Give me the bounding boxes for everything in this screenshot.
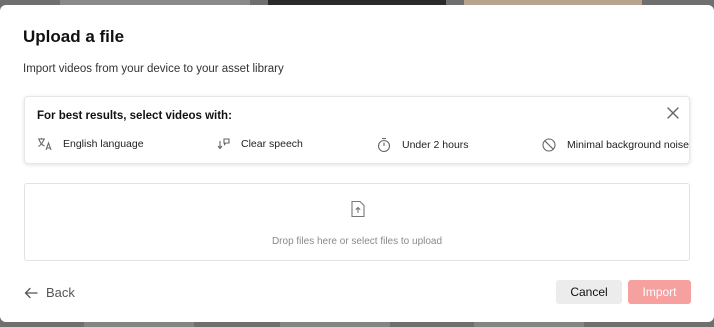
dropzone-text: Drop files here or select files to uploa… bbox=[271, 236, 443, 247]
best-results-panel: For best results, select videos with: En… bbox=[24, 96, 690, 164]
tip-under-2-hours: Under 2 hours bbox=[376, 137, 469, 153]
back-label: Back bbox=[46, 285, 75, 300]
tip-english-language: English language bbox=[37, 137, 144, 151]
tip-label: Under 2 hours bbox=[402, 139, 469, 151]
dialog-title: Upload a file bbox=[23, 27, 125, 46]
tip-label: Minimal background noise bbox=[567, 139, 689, 151]
file-upload-icon bbox=[350, 200, 366, 223]
speech-icon bbox=[217, 138, 230, 150]
tip-label: English language bbox=[63, 138, 144, 150]
cancel-button[interactable]: Cancel bbox=[556, 280, 622, 304]
dialog-subtitle: Import videos from your device to your a… bbox=[23, 63, 284, 75]
tip-minimal-background-noise: Minimal background noise bbox=[541, 137, 689, 153]
tip-label: Clear speech bbox=[241, 138, 303, 150]
no-noise-icon bbox=[542, 138, 556, 152]
upload-file-dialog: Upload a file Import videos from your de… bbox=[0, 5, 714, 322]
close-icon[interactable] bbox=[665, 105, 681, 121]
best-results-heading: For best results, select videos with: bbox=[37, 110, 232, 122]
tip-clear-speech: Clear speech bbox=[215, 137, 303, 151]
arrow-left-icon bbox=[24, 287, 38, 298]
back-button[interactable]: Back bbox=[24, 285, 75, 300]
timer-icon bbox=[377, 137, 391, 153]
translate-icon bbox=[38, 138, 52, 151]
file-dropzone[interactable]: Drop files here or select files to uploa… bbox=[24, 183, 690, 261]
import-button[interactable]: Import bbox=[628, 280, 691, 304]
